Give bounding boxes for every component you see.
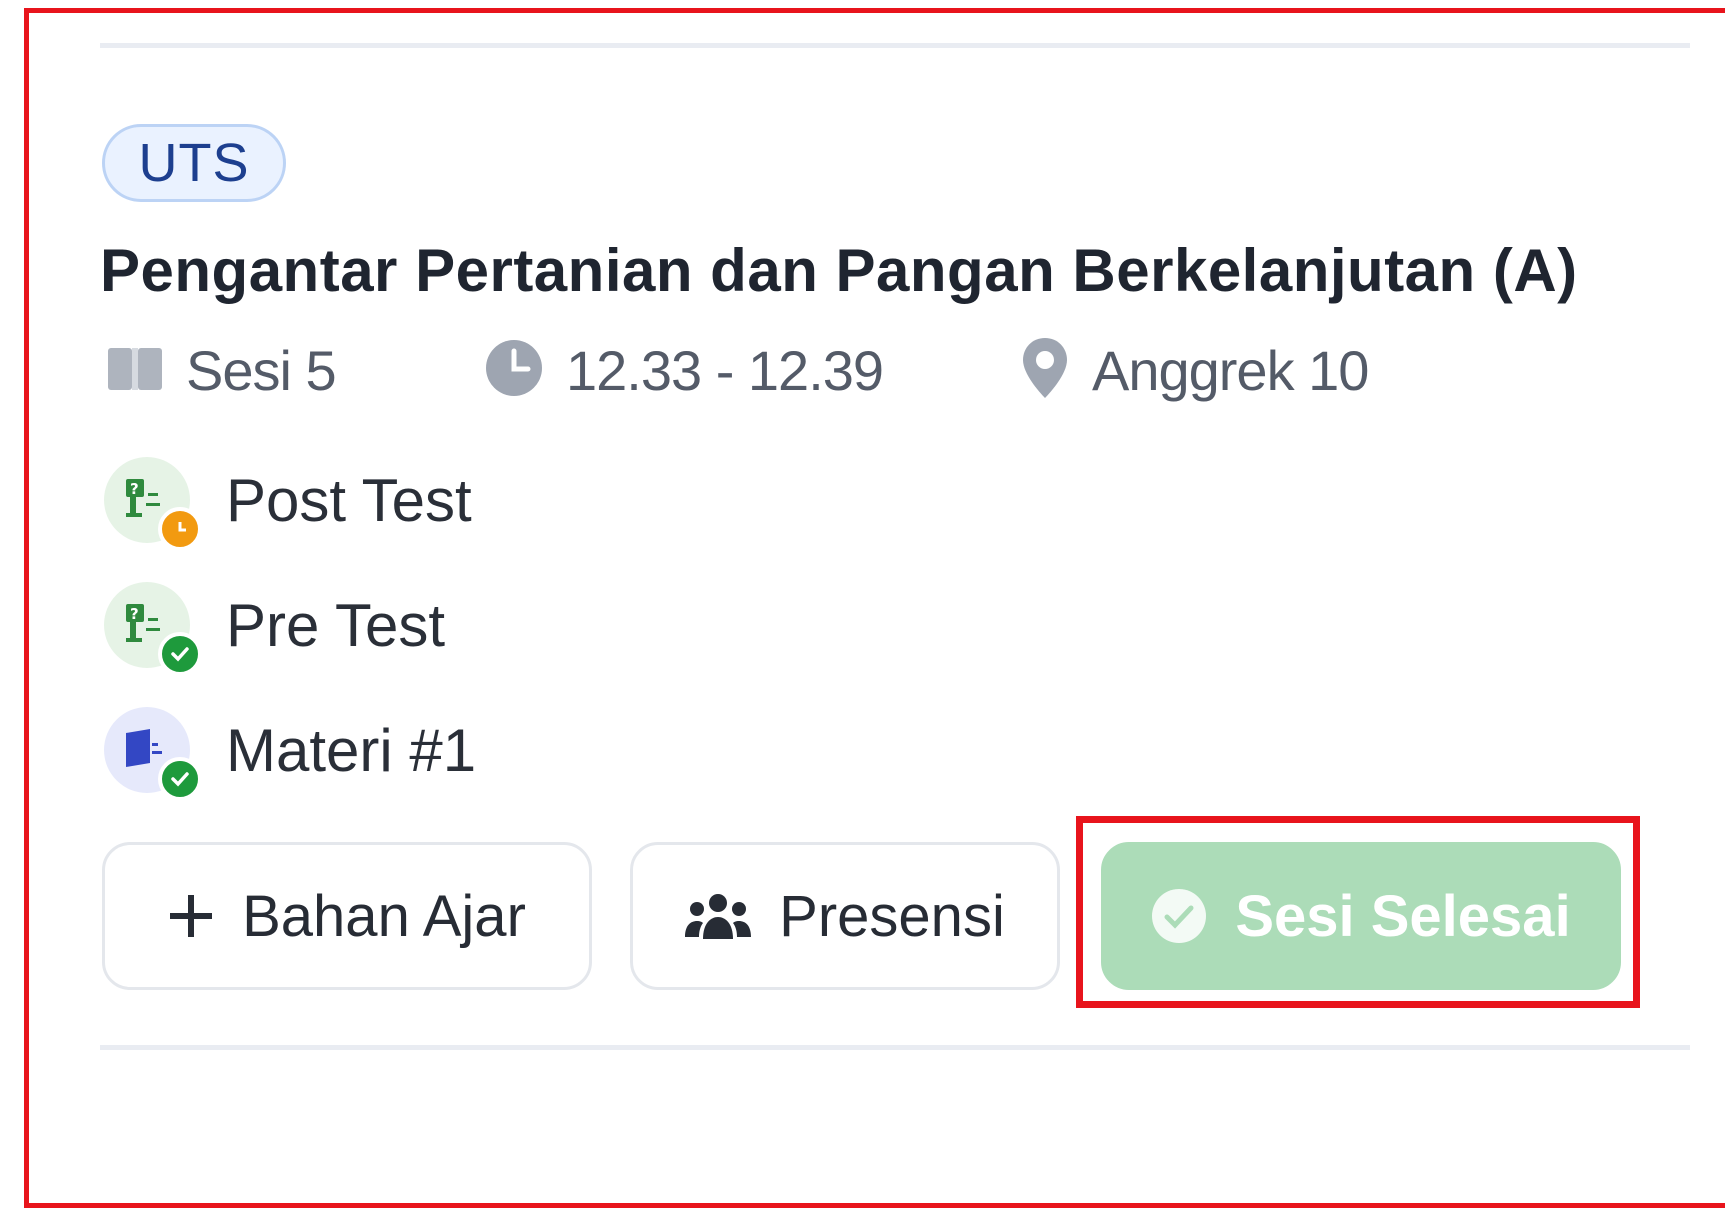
session-location: Anggrek 10	[1020, 335, 1369, 405]
activity-item-pre-test[interactable]: ? Pre Test	[104, 580, 445, 676]
attendance-button[interactable]: Presensi	[630, 842, 1060, 990]
attendance-label: Presensi	[779, 883, 1005, 949]
svg-text:?: ?	[130, 605, 139, 623]
pending-clock-icon	[158, 507, 202, 551]
session-number-text: Sesi 5	[186, 338, 337, 402]
divider-bottom	[100, 1045, 1690, 1050]
activity-label: Materi #1	[226, 716, 477, 784]
activity-item-post-test[interactable]: ? Post Test	[104, 455, 472, 551]
session-type-badge: UTS	[102, 124, 286, 202]
svg-text:?: ?	[130, 480, 139, 498]
location-pin-icon	[1020, 336, 1070, 405]
clock-icon	[484, 338, 544, 403]
quiz-icon: ?	[104, 582, 202, 676]
check-icon	[158, 757, 202, 801]
session-number: Sesi 5	[106, 335, 337, 405]
plus-icon	[168, 893, 214, 939]
session-time-text: 12.33 - 12.39	[566, 338, 884, 402]
check-icon	[158, 632, 202, 676]
highlight-box	[1076, 816, 1640, 1008]
add-material-button[interactable]: Bahan Ajar	[102, 842, 592, 990]
material-icon	[104, 707, 202, 801]
course-title: Pengantar Pertanian dan Pangan Berkelanj…	[100, 237, 1578, 304]
activity-label: Post Test	[226, 466, 472, 534]
divider-top	[100, 43, 1690, 48]
book-icon	[106, 344, 164, 397]
activity-label: Pre Test	[226, 591, 445, 659]
session-time: 12.33 - 12.39	[484, 335, 884, 405]
session-location-text: Anggrek 10	[1092, 338, 1369, 402]
users-icon	[685, 891, 752, 941]
activity-item-materi[interactable]: Materi #1	[104, 705, 477, 801]
add-material-label: Bahan Ajar	[242, 883, 526, 949]
quiz-icon: ?	[104, 457, 202, 551]
